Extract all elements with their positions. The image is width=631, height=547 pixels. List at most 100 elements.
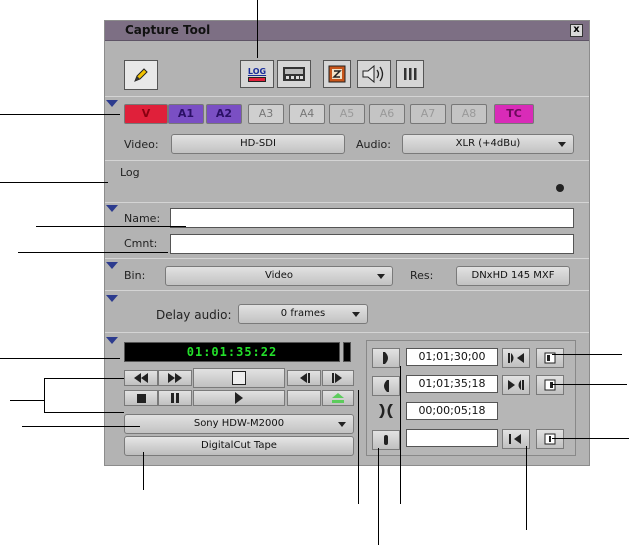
callout-line [44, 412, 124, 413]
stop-button[interactable] [124, 390, 158, 406]
callout-line [143, 452, 144, 490]
callout-line [552, 438, 629, 439]
pause-marker-icon [384, 435, 388, 445]
log-icon: LOG [248, 67, 266, 82]
clear-pause-button[interactable] [536, 429, 564, 449]
deck-dropdown[interactable]: Sony HDW-M2000 [124, 414, 354, 434]
deck-name: Sony HDW-M2000 [193, 418, 285, 429]
step-back-icon [300, 373, 310, 383]
rewind-button[interactable] [124, 370, 158, 386]
clear-pause-icon [544, 433, 556, 445]
callout-line [526, 446, 527, 530]
audio-input-dropdown[interactable]: XLR (+4dBu) [402, 134, 574, 154]
audio-input-value: XLR (+4dBu) [455, 138, 521, 149]
toggle-source-button[interactable] [323, 60, 351, 88]
play-icon [235, 392, 243, 404]
pause-marker-button[interactable] [372, 430, 400, 450]
clip-name-input[interactable] [170, 208, 574, 228]
audio-mixer-button[interactable] [396, 60, 424, 88]
step-back-button[interactable] [287, 370, 321, 386]
track-button-a2[interactable]: A2 [206, 104, 242, 124]
toggle-source-icon [328, 65, 346, 83]
clear-out-button[interactable] [536, 375, 564, 395]
track-button-a6[interactable]: A6 [369, 104, 405, 124]
callout-line [400, 366, 401, 504]
callout-line [22, 426, 140, 427]
disclosure-triangle[interactable] [106, 262, 118, 269]
bin-dropdown[interactable]: Video [165, 266, 393, 286]
chevron-down-icon [377, 274, 385, 279]
record-button[interactable] [193, 368, 285, 388]
callout-line [257, 0, 258, 58]
track-button-a1[interactable]: A1 [168, 104, 204, 124]
clip-comment-input[interactable] [170, 234, 574, 254]
callout-line [0, 114, 120, 115]
callout-line [358, 390, 359, 504]
track-button-a5[interactable]: A5 [329, 104, 365, 124]
track-button-a8[interactable]: A8 [451, 104, 487, 124]
step-forward-icon [332, 373, 342, 383]
log-mode-button[interactable]: LOG [240, 60, 274, 88]
mark-in-button[interactable] [372, 348, 400, 368]
pencil-mode-button[interactable] [124, 60, 158, 90]
video-input-value: HD-SDI [240, 138, 276, 149]
blank-transport-button[interactable] [287, 390, 321, 406]
fast-forward-button[interactable] [158, 370, 192, 386]
log-icon-label: LOG [247, 66, 267, 76]
resolution-button[interactable]: DNxHD 145 MXF [456, 266, 570, 286]
disclosure-triangle[interactable] [106, 337, 118, 344]
go-to-in-icon [508, 353, 524, 363]
duration-timecode[interactable]: 00;00;05;18 [406, 402, 498, 420]
track-button-a7[interactable]: A7 [410, 104, 446, 124]
speaker-icon [362, 64, 384, 84]
mark-in-timecode[interactable]: 01;01;30;00 [406, 348, 498, 366]
close-button[interactable]: x [570, 24, 583, 37]
go-to-in-button[interactable] [502, 348, 530, 368]
callout-line [10, 400, 44, 401]
track-button-tc[interactable]: TC [494, 104, 534, 124]
mark-out-button[interactable] [372, 376, 400, 396]
record-indicator-icon [556, 184, 564, 192]
play-button[interactable] [193, 390, 285, 406]
go-to-out-button[interactable] [502, 375, 530, 395]
track-button-a3[interactable]: A3 [248, 104, 284, 124]
callout-line [552, 384, 627, 385]
section-divider [105, 332, 589, 333]
callout-line [44, 378, 45, 412]
chevron-down-icon [352, 312, 360, 317]
step-forward-button[interactable] [322, 370, 354, 386]
chevron-down-icon [338, 422, 346, 427]
stop-square-icon [232, 371, 246, 385]
audio-tool-button[interactable] [357, 60, 391, 88]
mark-out-timecode[interactable]: 01;01;35;18 [406, 375, 498, 393]
track-button-a4[interactable]: A4 [289, 104, 325, 124]
name-label: Name: [124, 212, 161, 225]
pencil-icon [134, 68, 148, 82]
pause-timecode[interactable] [406, 429, 498, 447]
callout-line [552, 354, 622, 355]
section-divider [105, 160, 589, 161]
video-input-button[interactable]: HD-SDI [171, 134, 345, 154]
resolution-value: DNxHD 145 MXF [471, 270, 555, 281]
audio-label: Audio: [356, 138, 391, 151]
title-bar[interactable]: Capture Tool x [105, 21, 589, 41]
pause-button[interactable] [158, 390, 192, 406]
eject-button[interactable] [322, 390, 354, 406]
go-to-out-icon [508, 380, 524, 390]
track-button-v[interactable]: V [124, 104, 168, 124]
tape-name: DigitalCut Tape [201, 440, 277, 451]
disclosure-triangle[interactable] [106, 205, 118, 212]
capture-mode-button[interactable] [277, 60, 311, 88]
callout-line [0, 182, 108, 183]
disclosure-triangle[interactable] [106, 100, 118, 107]
pause-icon [171, 393, 179, 403]
window-title: Capture Tool [125, 23, 211, 37]
tape-name-button[interactable]: DigitalCut Tape [124, 436, 354, 456]
delay-audio-dropdown[interactable]: 0 frames [238, 304, 368, 324]
disclosure-triangle[interactable] [106, 295, 118, 302]
rewind-icon [134, 373, 148, 383]
bin-label: Bin: [124, 269, 146, 282]
clear-in-button[interactable] [536, 348, 564, 368]
video-label: Video: [124, 138, 159, 151]
mixer-icon [404, 68, 417, 80]
